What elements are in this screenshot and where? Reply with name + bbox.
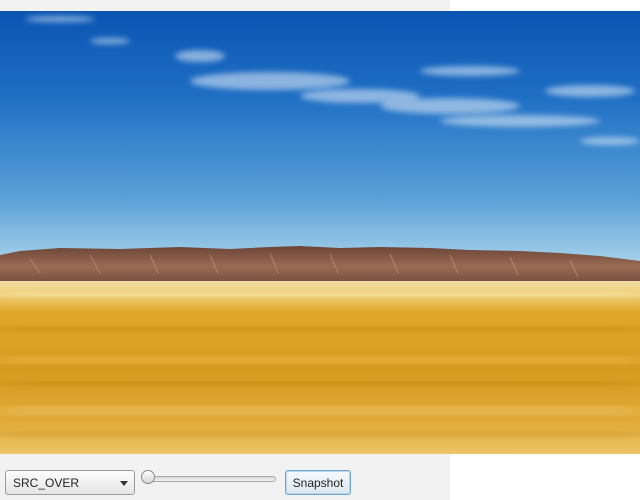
- landscape-image-svg: [0, 11, 640, 454]
- landscape-image: [0, 11, 640, 454]
- top-toolbar-strip: [0, 0, 450, 11]
- blend-mode-combobox[interactable]: SRC_OVER: [5, 470, 135, 495]
- controls-bar: SRC_OVER Snapshot: [0, 454, 450, 500]
- slider-track: [145, 476, 276, 482]
- snapshot-button-label: Snapshot: [292, 475, 344, 490]
- snapshot-button[interactable]: Snapshot: [285, 470, 351, 495]
- blend-mode-value: SRC_OVER: [13, 476, 80, 490]
- slider-thumb[interactable]: [141, 470, 155, 484]
- opacity-slider[interactable]: [141, 469, 277, 487]
- chevron-down-icon: [120, 481, 128, 486]
